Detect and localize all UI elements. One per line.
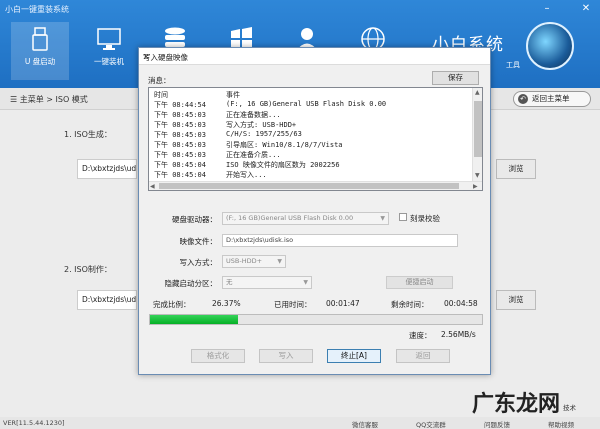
log-time: 下午 08:45:04	[154, 171, 206, 179]
log-event: 开始写入...	[226, 171, 267, 179]
stop-button[interactable]: 终止[A]	[327, 349, 381, 363]
nav-label: U 盘启动	[24, 57, 56, 66]
iso-make-browse-button[interactable]: 浏览	[496, 290, 536, 310]
log-event: 正在准备数据...	[226, 111, 281, 119]
watermark-mini: 技术	[563, 404, 576, 412]
drive-select[interactable]: (F:, 16 GB)General USB Flash Disk 0.00 ▼	[222, 212, 389, 225]
log-event: (F:, 16 GB)General USB Flash Disk 0.00	[226, 100, 387, 108]
progress-fill	[150, 315, 238, 324]
image-file-field[interactable]: D:\xbxtzjds\udisk.iso	[222, 234, 458, 247]
back-to-main-label: 返回主菜单	[532, 94, 570, 103]
write-image-dialog: 写入硬盘映像 × 消息： 保存 时间 事件 下午 08:44:54 (F:, 16…	[138, 47, 491, 375]
scroll-right-icon[interactable]: ▶	[473, 183, 478, 190]
write-mode-value: USB-HDD+	[226, 257, 263, 265]
close-button[interactable]: ✕	[579, 3, 593, 15]
log-header-time: 时间	[154, 91, 168, 99]
log-list[interactable]: 时间 事件 下午 08:44:54 (F:, 16 GB)General USB …	[148, 87, 483, 191]
done-label: 完成比例：	[153, 300, 191, 309]
log-vertical-scrollbar[interactable]: ▲ ▼	[472, 88, 482, 182]
log-horizontal-scrollbar[interactable]: ◀ ▶	[149, 181, 482, 190]
back-arrow-icon: ↶	[518, 94, 528, 104]
hidden-partition-value: 无	[226, 278, 233, 286]
qq-group-link[interactable]: QQ交流群	[416, 419, 446, 429]
speed-label: 速度：	[409, 331, 432, 340]
drive-label: 硬盘驱动器：	[172, 215, 217, 224]
scroll-up-icon[interactable]: ▲	[475, 89, 480, 96]
speed-value: 2.56MB/s	[441, 330, 476, 339]
log-event: 引导扇区: Win10/8.1/8/7/Vista	[226, 141, 343, 149]
done-value: 26.37%	[212, 299, 241, 308]
write-progress-bar	[149, 314, 483, 325]
message-label: 消息：	[148, 76, 171, 85]
scroll-left-icon[interactable]: ◀	[150, 183, 155, 190]
log-event: C/H/S: 1957/255/63	[226, 130, 302, 138]
log-time: 下午 08:44:54	[154, 101, 206, 109]
iso-gen-label: 1. ISO生成：	[64, 130, 112, 139]
dialog-close-icon[interactable]: ×	[143, 52, 485, 61]
scroll-down-icon[interactable]: ▼	[475, 172, 480, 179]
return-button[interactable]: 返回	[396, 349, 450, 363]
app-window: 小白一键重装系统 – ✕ U 盘启动 一键装机 小白系统 工具 ☰ 主菜单 > …	[0, 0, 600, 429]
help-video-link[interactable]: 帮助视频	[548, 419, 574, 429]
log-time: 下午 08:45:03	[154, 111, 206, 119]
nav-usb-boot[interactable]: U 盘启动	[11, 22, 69, 80]
brand-logo-icon	[526, 22, 574, 70]
app-title: 小白一键重装系统	[5, 5, 69, 14]
format-button[interactable]: 格式化	[191, 349, 245, 363]
chevron-down-icon: ▼	[303, 279, 308, 286]
nav-one-click-install[interactable]: 一键装机	[80, 22, 138, 80]
brand-sub: 工具	[506, 61, 520, 69]
remain-label: 剩余时间：	[391, 300, 429, 309]
chevron-down-icon: ▼	[277, 258, 282, 265]
iso-make-label: 2. ISO制作：	[64, 265, 112, 274]
log-time: 下午 08:45:03	[154, 151, 206, 159]
breadcrumb[interactable]: ☰ 主菜单 > ISO 模式	[10, 94, 88, 105]
verify-label: 刻录校验	[410, 214, 440, 223]
log-time: 下午 08:45:03	[154, 141, 206, 149]
dialog-title-bar: 写入硬盘映像 ×	[139, 48, 490, 65]
status-bar: VER[11.5.44.1230] 微信客服 QQ交流群 问题反馈 帮助视频	[0, 417, 600, 429]
log-time: 下午 08:45:03	[154, 131, 206, 139]
remain-value: 00:04:58	[444, 299, 478, 308]
hidden-partition-select[interactable]: 无 ▼	[222, 276, 312, 289]
elapsed-value: 00:01:47	[326, 299, 360, 308]
log-time: 下午 08:45:04	[154, 161, 206, 169]
save-log-button[interactable]: 保存	[432, 71, 479, 85]
wechat-link[interactable]: 微信客服	[352, 419, 378, 429]
minimize-button[interactable]: –	[540, 3, 554, 15]
write-button[interactable]: 写入	[259, 349, 313, 363]
log-header-event: 事件	[226, 91, 240, 99]
quick-boot-button[interactable]: 便捷启动	[386, 276, 453, 289]
iso-gen-browse-button[interactable]: 浏览	[496, 159, 536, 179]
iso-gen-path-field[interactable]: D:\xbxtzjds\udi	[77, 159, 137, 179]
version-text: VER[11.5.44.1230]	[3, 419, 65, 427]
back-to-main-button[interactable]: ↶ 返回主菜单	[513, 91, 591, 107]
monitor-icon	[97, 28, 121, 50]
feedback-link[interactable]: 问题反馈	[484, 419, 510, 429]
usb-drive-icon	[32, 27, 48, 51]
drive-value: (F:, 16 GB)General USB Flash Disk 0.00	[226, 214, 354, 222]
watermark: 广东龙网	[472, 391, 561, 417]
nav-label: 一键装机	[94, 57, 124, 66]
elapsed-label: 已用时间：	[274, 300, 312, 309]
write-mode-label: 写入方式：	[179, 258, 218, 267]
image-file-label: 映像文件：	[179, 237, 218, 246]
write-mode-select[interactable]: USB-HDD+ ▼	[222, 255, 286, 268]
scroll-thumb[interactable]	[159, 183, 459, 189]
chevron-down-icon: ▼	[380, 215, 385, 222]
log-event: ISO 映像文件的扇区数为 2002256	[226, 161, 340, 169]
verify-checkbox[interactable]	[399, 213, 407, 221]
log-event: 正在准备介质...	[226, 151, 281, 159]
iso-make-path-field[interactable]: D:\xbxtzjds\udi	[77, 290, 137, 310]
log-event: 写入方式: USB-HDD+	[226, 121, 297, 129]
hidden-partition-label: 隐藏启动分区：	[164, 279, 218, 288]
scroll-thumb[interactable]	[474, 101, 482, 157]
log-time: 下午 08:45:03	[154, 121, 206, 129]
